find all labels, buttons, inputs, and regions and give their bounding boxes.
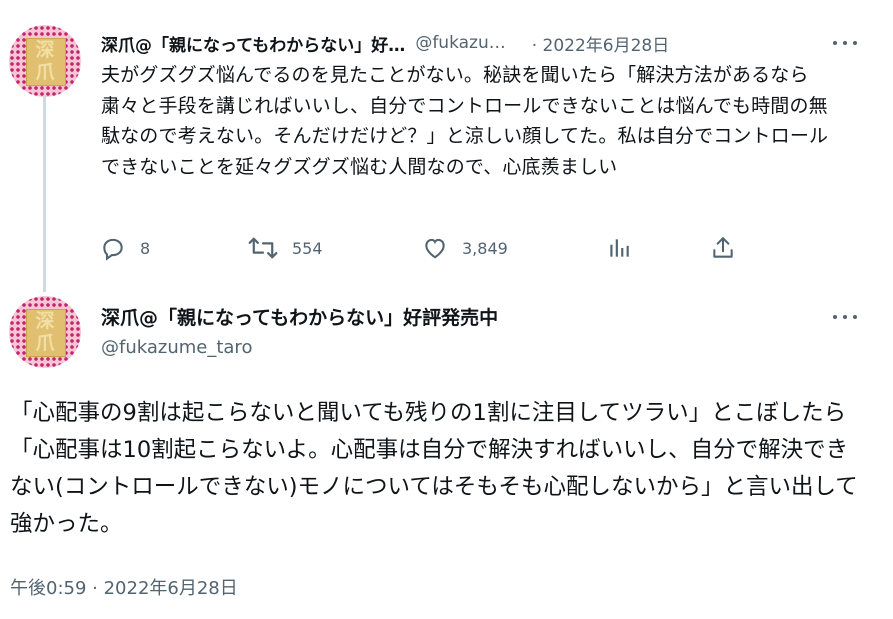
reply-icon (103, 238, 123, 261)
tweet2-text: 「心配事の9割は起こらないと聞いても残りの1割に注目してツラい」とこぼしたら「心… (10, 400, 858, 537)
tweet1-header: 深爪@「親になってもわからない」好… @fukazu… · 2022年6月28日 (101, 31, 831, 56)
reply-count: 8 (140, 238, 151, 258)
retweet-icon (248, 237, 278, 259)
analytics-button[interactable] (606, 232, 632, 264)
reply-button[interactable]: 8 (100, 232, 150, 264)
heart-icon (425, 238, 445, 259)
thread-connector (43, 96, 46, 292)
share-icon (713, 237, 733, 258)
analytics-icon (610, 239, 629, 257)
like-button[interactable]: 3,849 (422, 232, 508, 264)
like-count: 3,849 (462, 238, 508, 258)
avatar[interactable]: 深 爪 (9, 296, 81, 368)
author-name[interactable]: 深爪@「親になってもわからない」好評発売中 (101, 303, 498, 330)
tweet1-text: 夫がグズグズ悩んでるのを見たことがない。秘訣を聞いたら「解決方法があるなら粛々と… (101, 64, 829, 178)
retweet-button[interactable]: 554 (248, 232, 323, 264)
avatar[interactable]: 深 爪 (9, 25, 81, 97)
avatar-text-top: 深 (35, 39, 55, 61)
more-icon[interactable] (833, 37, 857, 49)
author-name[interactable]: 深爪@「親になってもわからない」好… (101, 31, 405, 56)
retweet-count: 554 (292, 238, 323, 258)
tweet-timestamp[interactable]: 午後0:59 · 2022年6月28日 (10, 574, 238, 600)
avatar-text-bottom: 爪 (35, 332, 55, 354)
author-handle[interactable]: @fukazume_taro (101, 337, 252, 358)
share-button[interactable] (710, 232, 736, 264)
more-icon[interactable] (833, 311, 857, 323)
avatar-text-bottom: 爪 (35, 61, 55, 83)
tweet-date[interactable]: · 2022年6月28日 (532, 31, 670, 56)
avatar-text-top: 深 (35, 310, 55, 332)
tweet1-actions: 8 554 3,849 (100, 232, 740, 264)
author-handle[interactable]: @fukazu… (415, 33, 505, 53)
